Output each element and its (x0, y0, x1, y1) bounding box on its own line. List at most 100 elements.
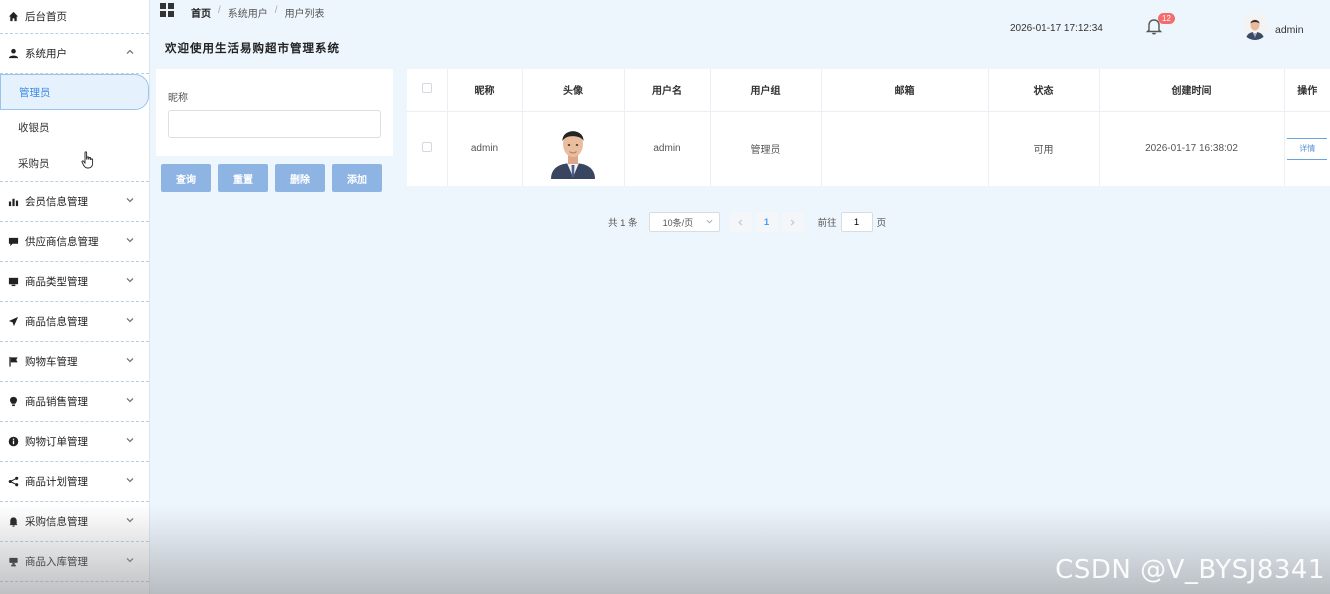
sidebar-item-menu[interactable]: 购物订单管理 (0, 422, 149, 462)
bulb-icon (7, 396, 19, 408)
chevron-down-icon (126, 395, 134, 403)
select-all-checkbox[interactable] (421, 83, 432, 94)
row-select-cell (407, 111, 448, 186)
page-number-current[interactable]: 1 (755, 212, 778, 232)
sidebar-subitem-admin[interactable]: 管理员 (0, 74, 149, 110)
breadcrumb-home[interactable]: 首页 (191, 5, 211, 20)
page-size-value: 10条/页 (662, 217, 694, 228)
column-header: 邮箱 (821, 69, 989, 112)
info-icon (7, 436, 19, 448)
send-icon (7, 316, 19, 328)
sidebar-item-label: 商品销售管理 (25, 396, 88, 408)
select-all-header (407, 69, 448, 112)
sidebar-item-menu[interactable]: 采购信息管理 (0, 502, 149, 542)
sidebar-item-menu[interactable]: 商品信息管理 (0, 302, 149, 342)
hand-cursor-icon (81, 151, 94, 169)
add-button[interactable]: 添加 (332, 164, 382, 192)
chevron-left-icon (738, 219, 743, 225)
sidebar-item-label: 商品入库管理 (25, 556, 88, 568)
username-cell: admin (624, 111, 711, 186)
sidebar-item-label: 商品信息管理 (25, 316, 88, 328)
sidebar-subitem-purchaser[interactable]: 采购员 (0, 146, 149, 182)
sidebar-item-label: 购物车管理 (25, 356, 78, 368)
user-table: 昵称 头像 用户名 用户组 邮箱 状态 创建时间 操作 admin admin … (407, 69, 1330, 186)
row-checkbox[interactable] (421, 142, 432, 153)
sidebar-item-label: 系统用户 (25, 48, 67, 60)
nickname-label: 昵称 (168, 93, 188, 104)
sidebar-item-label: 供应商信息管理 (25, 236, 99, 248)
breadcrumb: 首页 / 系统用户 / 用户列表 (191, 5, 325, 20)
share-icon (7, 476, 19, 488)
sidebar-item-label: 购物订单管理 (25, 436, 88, 448)
sidebar-item-home[interactable]: 后台首页 (0, 0, 149, 34)
chevron-up-icon (126, 47, 134, 55)
sidebar-item-system-users[interactable]: 系统用户 (0, 34, 149, 74)
chevron-down-icon (126, 555, 134, 563)
submenu-system-users: 管理员 收银员 采购员 (0, 74, 149, 182)
sidebar-subitem-cashier[interactable]: 收银员 (0, 110, 149, 146)
pagination: 共 1 条 10条/页 1 前往 页 (608, 212, 886, 232)
breadcrumb-user-list: 用户列表 (284, 9, 325, 20)
chevron-down-icon (126, 515, 134, 523)
nickname-search-input[interactable] (168, 110, 381, 138)
page-title: 欢迎使用生活易购超市管理系统 (165, 43, 340, 55)
sidebar-item-menu[interactable]: 商品销售管理 (0, 382, 149, 422)
goto-page-input[interactable] (840, 212, 873, 232)
column-header: 创建时间 (1099, 69, 1285, 112)
watermark-text: CSDN @V_BYSJ8341 (1055, 555, 1325, 585)
column-header: 状态 (988, 69, 1100, 112)
reset-button[interactable]: 重置 (218, 164, 268, 192)
sidebar-item-menu[interactable]: 商品入库管理 (0, 542, 149, 582)
sidebar-item-menu[interactable]: 购物车管理 (0, 342, 149, 382)
sidebar: 后台首页 系统用户 管理员 收银员 采购员 会员信息管理 供应商信息管理商品类型管… (0, 0, 150, 594)
table-row: admin admin 管理员 可用 2026-01-17 16:38:02 详… (407, 111, 1330, 186)
user-icon (7, 48, 19, 60)
chat-icon (7, 236, 19, 248)
sidebar-item-label: 商品计划管理 (25, 476, 88, 488)
avatar[interactable] (1242, 14, 1268, 40)
column-header: 用户名 (624, 69, 711, 112)
column-header: 头像 (522, 69, 625, 112)
notification-badge: 12 (1158, 13, 1175, 24)
user-group-cell: 管理员 (710, 111, 822, 186)
action-cell: 详情 (1284, 111, 1330, 186)
email-cell (821, 111, 989, 186)
grid-menu-icon[interactable] (160, 3, 176, 17)
avatar-cell (522, 111, 625, 186)
query-button[interactable]: 查询 (161, 164, 211, 192)
created-time-cell: 2026-01-17 16:38:02 (1099, 111, 1285, 186)
monitor-icon (7, 276, 19, 288)
chevron-down-icon (126, 275, 134, 283)
status-cell: 可用 (988, 111, 1100, 186)
chevron-right-icon (790, 219, 795, 225)
sidebar-item-label: 采购信息管理 (25, 516, 88, 528)
chevron-down-icon (126, 235, 134, 243)
user-avatar-image (549, 118, 597, 179)
sidebar-item-menu[interactable]: 供应商信息管理 (0, 222, 149, 262)
sidebar-item-menu[interactable]: 商品类型管理 (0, 262, 149, 302)
chevron-down-icon (126, 435, 134, 443)
sidebar-item-label: 后台首页 (25, 11, 67, 23)
chevron-down-icon (706, 217, 713, 227)
page-size-select[interactable]: 10条/页 (648, 212, 720, 232)
chevron-down-icon (126, 195, 134, 203)
column-header: 昵称 (447, 69, 523, 112)
sidebar-item-menu[interactable]: 会员信息管理 (0, 182, 149, 222)
username-label[interactable]: admin (1275, 24, 1304, 36)
breadcrumb-system-users[interactable]: 系统用户 (228, 5, 268, 20)
prev-page-button[interactable] (729, 212, 752, 232)
column-header: 用户组 (710, 69, 822, 112)
bell-icon (7, 516, 19, 528)
flag-icon (7, 356, 19, 368)
sidebar-item-menu[interactable]: 商品计划管理 (0, 462, 149, 502)
next-page-button[interactable] (781, 212, 804, 232)
sidebar-item-label: 会员信息管理 (25, 196, 88, 208)
delete-button[interactable]: 删除 (275, 164, 325, 192)
datetime-display: 2026-01-17 17:12:34 (1010, 23, 1103, 34)
detail-button[interactable]: 详情 (1287, 137, 1328, 160)
search-panel: 昵称 (156, 69, 393, 156)
page-unit-label: 页 (876, 218, 887, 229)
chevron-down-icon (126, 315, 134, 323)
goto-label: 前往 (817, 218, 837, 229)
table-header-row: 昵称 头像 用户名 用户组 邮箱 状态 创建时间 操作 (407, 69, 1330, 112)
